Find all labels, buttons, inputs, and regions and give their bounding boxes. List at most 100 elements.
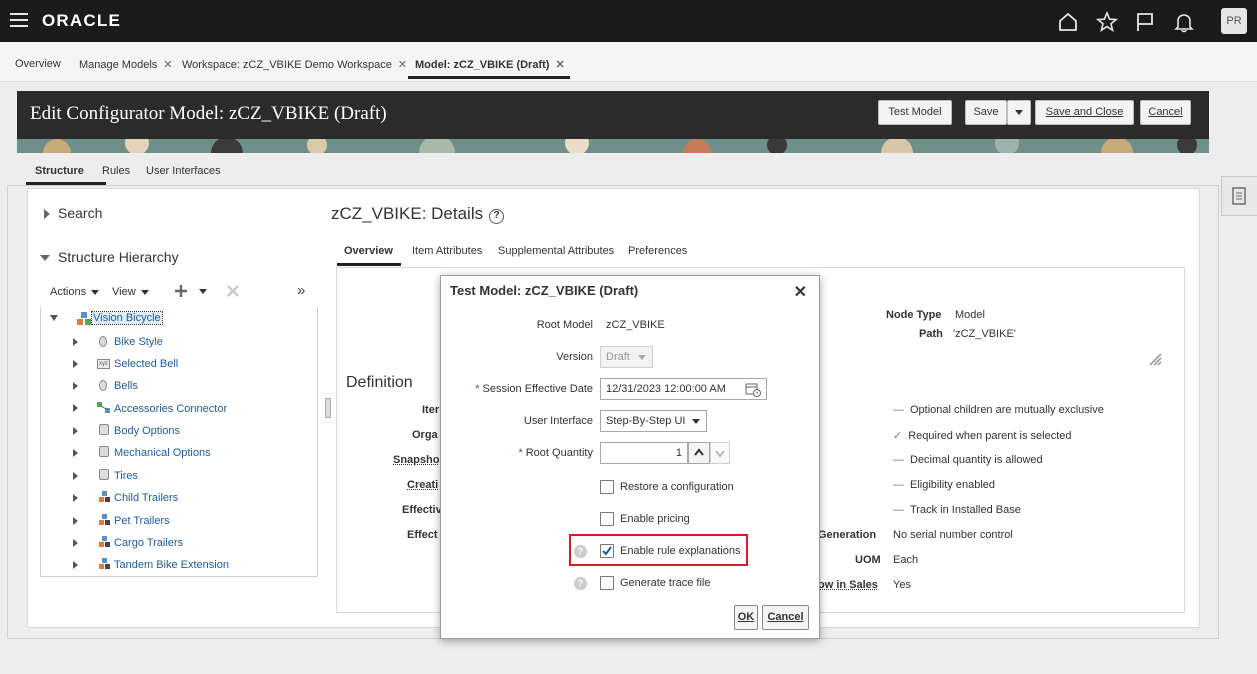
save-and-close-button[interactable]: Save and Close [1035,100,1134,125]
tree-node[interactable]: Child Trailers [114,492,178,504]
tree-node[interactable]: Body Options [114,425,180,437]
root-model-label: Root Model [536,319,593,331]
increment-button[interactable] [688,442,710,464]
tab-details-overview[interactable]: Overview [344,245,393,257]
option-feature-icon [99,336,107,347]
tab-item-attributes[interactable]: Item Attributes [412,245,482,257]
expand-icon[interactable] [73,449,78,457]
oracle-logo: ORACLE [42,11,121,30]
tree-node[interactable]: Cargo Trailers [114,537,183,549]
chevron-up-icon [694,448,704,456]
view-menu[interactable]: View [112,286,149,298]
chevron-down-icon [140,289,149,295]
generate-trace-file-checkbox[interactable] [600,576,614,590]
tab-supplemental-attributes[interactable]: Supplemental Attributes [498,245,614,257]
enable-pricing-checkbox[interactable] [600,512,614,526]
session-date-input[interactable]: 12/31/2023 12:00:00 AM [600,378,767,400]
model-reference-icon [99,514,110,525]
hierarchy-heading: Structure Hierarchy [58,249,179,265]
tree-node[interactable]: Bike Style [114,336,163,348]
expand-icon[interactable] [73,404,78,412]
test-model-dialog: Test Model: zCZ_VBIKE (Draft) ✕ Root Mod… [440,275,820,639]
tree-node-root[interactable]: Vision Bicycle [91,311,163,325]
close-icon[interactable]: ✕ [555,59,564,71]
expand-icon[interactable] [73,517,78,525]
avatar[interactable]: PR [1221,8,1247,34]
field-label: Orga [412,429,438,441]
expand-icon[interactable] [73,494,78,502]
decrement-button[interactable] [710,442,730,464]
close-icon[interactable]: ✕ [163,59,172,71]
expand-icon[interactable] [73,338,78,346]
expand-icon[interactable] [73,539,78,547]
tabs-row: Overview Manage Models ✕ Workspace: zCZ_V… [0,42,1257,82]
tree-node[interactable]: Bells [114,380,138,392]
menu-hamburger-icon[interactable] [10,13,28,28]
pane-splitter-handle[interactable] [325,398,331,418]
tab-structure[interactable]: Structure [35,165,84,177]
add-icon[interactable] [174,284,188,298]
home-icon[interactable] [1057,11,1079,33]
test-model-button[interactable]: Test Model [878,100,952,125]
version-value: Draft [606,351,630,363]
bell-icon[interactable] [1173,11,1195,33]
tab-overview[interactable]: Overview [15,58,61,70]
add-menu-chevron-icon[interactable] [198,288,208,295]
expand-icon[interactable] [73,427,78,435]
restore-configuration-checkbox[interactable] [600,480,614,494]
cancel-button[interactable]: Cancel [1140,100,1191,125]
field-label: Effectiv [402,504,442,516]
user-interface-value: Step-By-Step UI [606,415,686,427]
tab-model[interactable]: Model: zCZ_VBIKE (Draft) ✕ [415,58,565,71]
actions-menu[interactable]: Actions [50,286,100,298]
search-section[interactable]: Search [44,205,102,221]
tab-preferences[interactable]: Preferences [628,245,687,257]
help-hint-icon[interactable]: ? [574,577,587,590]
document-icon [1232,187,1246,205]
root-quantity-label: * Root Quantity [518,447,593,459]
check-icon: ✓ [893,430,903,442]
collapse-icon[interactable] [50,315,58,321]
flag-eligibility: — Eligibility enabled [893,479,995,491]
session-date-value: 12/31/2023 12:00:00 AM [606,383,726,395]
tree-node[interactable]: Accessories Connector [114,403,227,415]
tree-node[interactable]: Mechanical Options [114,447,211,459]
subtabs: Structure Rules User Interfaces [17,153,1209,185]
ok-button[interactable]: OK [734,605,758,630]
close-icon[interactable]: ✕ [794,282,807,302]
tab-manage-models[interactable]: Manage Models ✕ [79,58,173,71]
expand-icon[interactable] [73,472,78,480]
field-label: Effect [407,529,438,541]
save-menu-dropdown[interactable] [1007,100,1031,125]
tree-node[interactable]: Pet Trailers [114,515,170,527]
close-icon[interactable]: ✕ [398,59,407,71]
chevron-down-icon [692,419,700,424]
generation-label: Generation [818,529,877,541]
tab-user-interfaces[interactable]: User Interfaces [146,165,221,177]
expand-icon[interactable] [73,360,78,368]
expand-icon[interactable] [73,561,78,569]
tree-node[interactable]: Tires [114,470,138,482]
tab-label: Workspace: zCZ_VBIKE Demo Workspace [182,59,392,71]
tree-node[interactable]: Selected Bell [114,358,178,370]
side-drawer-tab[interactable] [1221,176,1257,216]
path-value: 'zCZ_VBIKE' [953,328,1016,340]
more-icon[interactable]: » [297,282,305,299]
model-reference-icon [99,558,110,569]
flag-icon[interactable] [1134,11,1156,33]
tab-rules[interactable]: Rules [102,165,130,177]
save-button[interactable]: Save [965,100,1007,125]
dialog-cancel-button[interactable]: Cancel [762,605,809,630]
tree-node[interactable]: Tandem Bike Extension [114,559,229,571]
calendar-icon[interactable] [745,382,761,397]
favorites-star-icon[interactable] [1096,11,1118,33]
root-quantity-input[interactable]: 1 [600,442,688,464]
model-icon [77,312,91,325]
structure-hierarchy-section[interactable]: Structure Hierarchy [40,249,179,265]
resize-grip-icon[interactable] [1148,352,1162,366]
user-interface-select[interactable]: Step-By-Step UI [600,410,707,432]
tab-workspace[interactable]: Workspace: zCZ_VBIKE Demo Workspace ✕ [182,58,407,71]
help-icon[interactable]: ? [489,209,505,224]
delete-icon[interactable] [226,284,240,298]
expand-icon[interactable] [73,382,78,390]
